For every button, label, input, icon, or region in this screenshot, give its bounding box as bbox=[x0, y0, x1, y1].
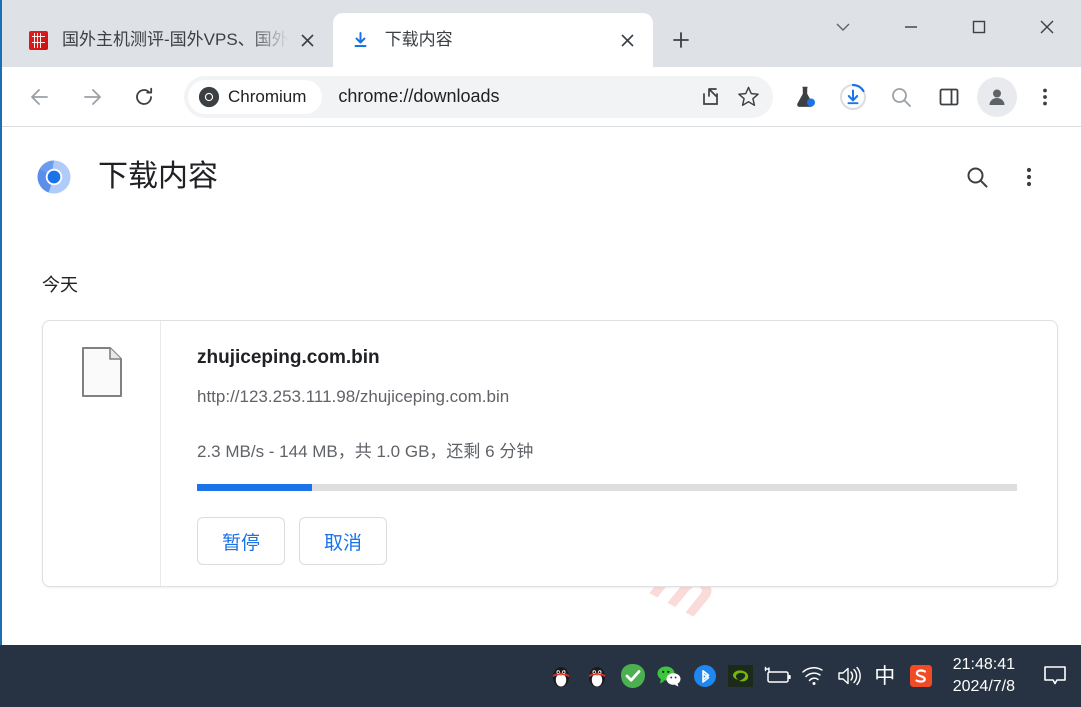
window-controls bbox=[809, 0, 1081, 54]
cancel-button[interactable]: 取消 bbox=[299, 517, 387, 565]
tab-inactive-site[interactable]: 国外主机测评-国外VPS、国外 bbox=[10, 13, 333, 67]
download-progress-fill bbox=[197, 484, 312, 491]
three-dot-menu-icon[interactable] bbox=[1025, 77, 1065, 117]
date-group-header: 今天 bbox=[42, 275, 78, 295]
pause-button[interactable]: 暂停 bbox=[197, 517, 285, 565]
taskbar-clock[interactable]: 21:48:41 2024/7/8 bbox=[953, 654, 1015, 697]
chromium-logo-icon bbox=[198, 86, 220, 108]
forward-arrow-icon[interactable] bbox=[71, 76, 113, 118]
profile-avatar[interactable] bbox=[977, 76, 1017, 117]
three-dot-menu-icon[interactable] bbox=[1007, 155, 1051, 199]
downloads-page: zhujiceping.com 下载内容 bbox=[2, 127, 1081, 644]
reload-icon[interactable] bbox=[123, 76, 165, 118]
wifi-icon[interactable] bbox=[795, 656, 831, 696]
close-icon[interactable] bbox=[1013, 0, 1081, 54]
download-progress-bar bbox=[197, 484, 1017, 491]
browser-window: 国外主机测评-国外VPS、国外 下载内容 Chromium chrome://d… bbox=[0, 0, 1081, 645]
search-icon[interactable] bbox=[881, 77, 921, 117]
download-status-text: 2.3 MB/s - 144 MB，共 1.0 GB，还剩 6 分钟 bbox=[197, 442, 534, 461]
file-name: zhujiceping.com.bin bbox=[197, 347, 380, 368]
clock-time: 21:48:41 bbox=[952, 656, 1015, 674]
chromium-chip[interactable]: Chromium bbox=[188, 79, 323, 114]
share-icon[interactable] bbox=[691, 78, 729, 116]
notification-bubble-icon[interactable] bbox=[1029, 645, 1081, 707]
volume-icon[interactable] bbox=[831, 656, 867, 696]
file-document-icon bbox=[81, 347, 122, 397]
file-source-url[interactable]: http://123.253.111.98/zhujiceping.com.bi… bbox=[197, 387, 1021, 407]
wechat-icon[interactable] bbox=[651, 656, 687, 696]
tab-title: 国外主机测评-国外VPS、国外 bbox=[62, 29, 289, 49]
battery-icon[interactable] bbox=[759, 656, 795, 696]
sogou-icon[interactable] bbox=[903, 656, 939, 696]
tab-downloads[interactable]: 下载内容 bbox=[332, 13, 653, 67]
seal-icon bbox=[28, 30, 48, 50]
browser-toolbar: Chromium chrome://downloads bbox=[2, 67, 1081, 127]
close-icon[interactable] bbox=[295, 27, 321, 53]
url-text[interactable]: chrome://downloads bbox=[338, 86, 691, 107]
address-bar[interactable]: Chromium chrome://downloads bbox=[184, 75, 773, 118]
star-icon[interactable] bbox=[729, 78, 767, 116]
file-icon-column bbox=[43, 321, 161, 586]
ime-label: 中 bbox=[874, 664, 896, 688]
search-icon[interactable] bbox=[955, 155, 999, 199]
download-icon bbox=[351, 30, 371, 50]
flask-icon[interactable] bbox=[785, 77, 825, 117]
page-title: 下载内容 bbox=[98, 160, 218, 193]
qq-penguin-icon[interactable] bbox=[579, 656, 615, 696]
tab-strip: 国外主机测评-国外VPS、国外 下载内容 bbox=[2, 0, 1081, 67]
green-check-icon[interactable] bbox=[615, 656, 651, 696]
downloads-page-header: 下载内容 bbox=[2, 127, 1081, 205]
tab-list: 国外主机测评-国外VPS、国外 下载内容 bbox=[2, 13, 699, 67]
clock-date: 2024/7/8 bbox=[952, 678, 1015, 695]
back-arrow-icon[interactable] bbox=[19, 76, 61, 118]
minimize-icon[interactable] bbox=[877, 0, 945, 54]
download-item-card: zhujiceping.com.bin http://123.253.111.9… bbox=[42, 320, 1058, 587]
new-tab-button[interactable] bbox=[663, 22, 699, 58]
chevron-down-icon[interactable] bbox=[809, 0, 877, 54]
download-item-details: zhujiceping.com.bin http://123.253.111.9… bbox=[161, 321, 1057, 586]
chromium-logo-icon bbox=[36, 159, 72, 195]
qq-penguin-icon[interactable] bbox=[543, 656, 579, 696]
close-icon[interactable] bbox=[615, 27, 641, 53]
download-progress-icon[interactable] bbox=[833, 77, 873, 117]
tab-title: 下载内容 bbox=[384, 29, 453, 49]
ime-chinese-icon[interactable]: 中 bbox=[867, 656, 903, 696]
chip-label: Chromium bbox=[228, 86, 307, 106]
system-tray: 中 bbox=[543, 656, 939, 696]
download-actions: 暂停 取消 bbox=[197, 517, 1021, 565]
toolbar-icon-group bbox=[781, 76, 1069, 117]
side-panel-icon[interactable] bbox=[929, 77, 969, 117]
maximize-icon[interactable] bbox=[945, 0, 1013, 54]
bluetooth-icon[interactable] bbox=[687, 656, 723, 696]
nvidia-icon[interactable] bbox=[723, 656, 759, 696]
windows-taskbar: 中 21:48:41 2024/7/8 bbox=[0, 645, 1081, 707]
